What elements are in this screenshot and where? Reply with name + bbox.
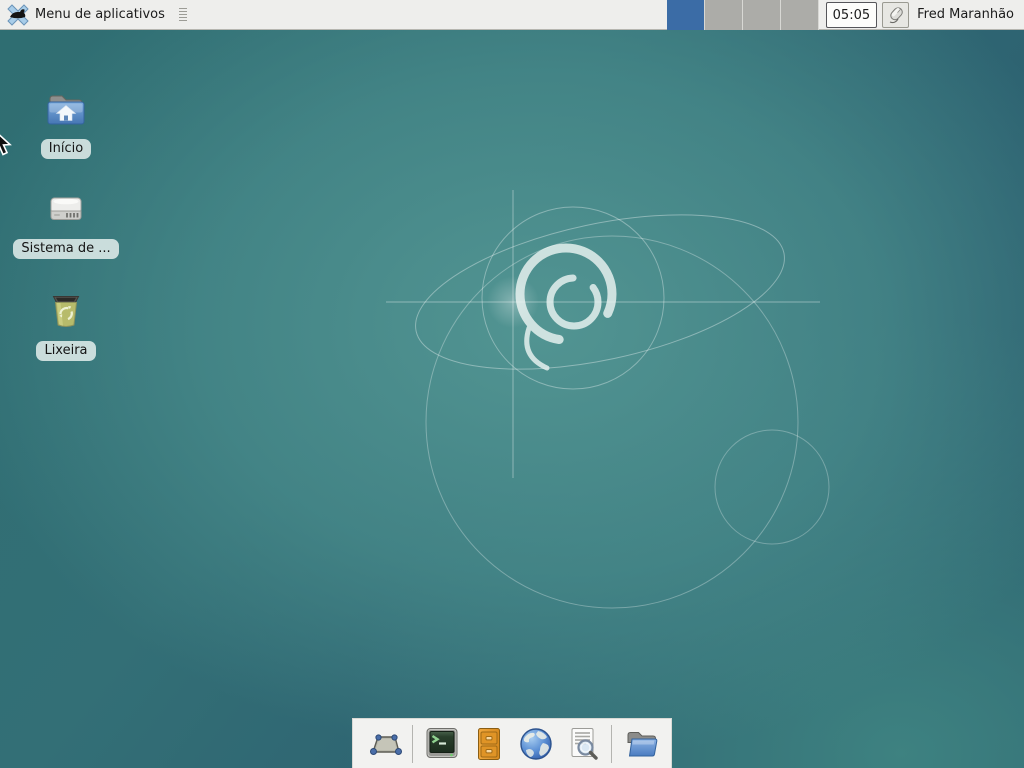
filesystem-drive-icon	[43, 186, 89, 232]
terminal-icon	[423, 725, 461, 763]
file-cabinet-icon	[470, 725, 508, 763]
folder-icon	[622, 725, 660, 763]
web-browser-launcher[interactable]	[512, 721, 559, 767]
debian-lines-wallpaper	[0, 30, 1024, 768]
workspace-4[interactable]	[781, 0, 819, 30]
desktop: Início Sistema de ...	[0, 30, 1024, 768]
search-document-icon	[564, 725, 602, 763]
trash-icon	[43, 288, 89, 334]
desktop-icon-trash[interactable]: Lixeira	[18, 288, 114, 361]
desktop-icon-label: Sistema de ...	[13, 239, 118, 259]
desktop-icon-home[interactable]: Início	[18, 86, 114, 159]
applications-menu-button[interactable]: Menu de aplicativos	[0, 0, 169, 30]
show-desktop-icon	[365, 725, 403, 763]
app-finder-launcher[interactable]	[559, 721, 606, 767]
applications-menu-label: Menu de aplicativos	[35, 7, 165, 22]
globe-icon	[517, 725, 555, 763]
workspace-3[interactable]	[743, 0, 781, 30]
show-desktop-button[interactable]	[360, 721, 407, 767]
workspace-2[interactable]	[705, 0, 743, 30]
panel-clock[interactable]: 05:05	[826, 2, 877, 28]
workspace-1[interactable]	[667, 0, 705, 30]
terminal-launcher[interactable]	[418, 721, 465, 767]
mouse-icon	[886, 5, 906, 25]
file-manager-launcher[interactable]	[465, 721, 512, 767]
desktop-icon-label: Início	[41, 139, 91, 159]
top-panel: Menu de aplicativos 05:05 Fred Maranhão	[0, 0, 1024, 30]
desktop-icon-label: Lixeira	[36, 341, 95, 361]
launcher-dock	[352, 718, 672, 768]
tray-mouse-button[interactable]	[882, 2, 909, 28]
workspace-switcher	[667, 0, 819, 30]
dock-separator	[412, 725, 413, 763]
home-folder-icon	[43, 86, 89, 132]
file-browser-launcher[interactable]	[617, 721, 664, 767]
desktop-icon-filesystem[interactable]: Sistema de ...	[18, 186, 114, 259]
xfce-mouse-logo-icon	[6, 4, 30, 26]
session-username[interactable]: Fred Maranhão	[917, 7, 1014, 22]
dock-separator	[611, 725, 612, 763]
panel-grip-handle[interactable]	[179, 8, 187, 21]
